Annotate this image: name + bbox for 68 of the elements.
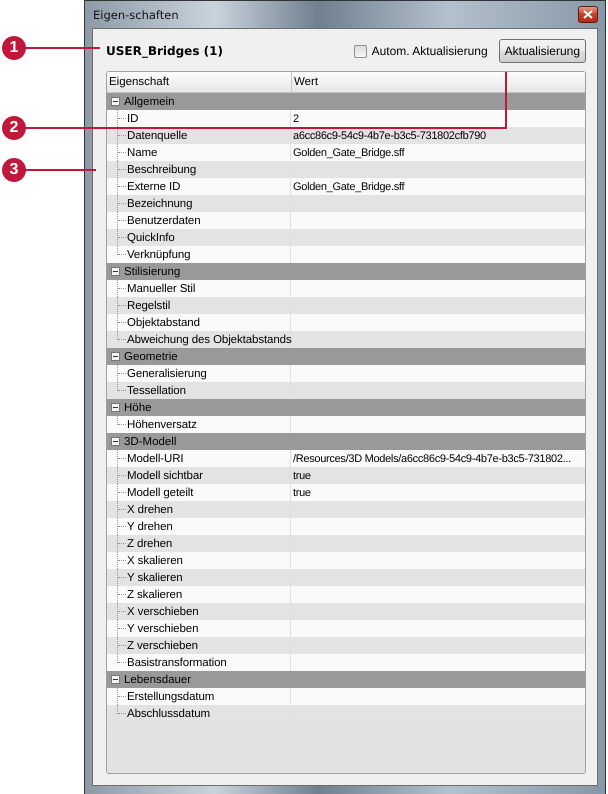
property-name: Manueller Stil: [127, 282, 196, 294]
property-name: Z verschieben: [127, 640, 198, 652]
callout-number: 1: [2, 36, 26, 60]
property-value: a6cc86c9-54c9-4b7e-b3c5-731802cfb790: [293, 130, 486, 142]
property-name: Generalisierung: [127, 368, 207, 380]
property-name: Verknüpfung: [127, 248, 190, 260]
property-name: Abweichung des Objektabstands: [127, 334, 292, 346]
callout-number: 2: [2, 116, 26, 140]
property-name: Objektabstand: [127, 316, 200, 328]
checkbox-label: Autom. Aktualisierung: [372, 44, 488, 58]
group-name: Geometrie: [124, 350, 178, 362]
property-name: Y drehen: [127, 520, 173, 532]
group-header[interactable]: Allgemein: [107, 93, 585, 110]
collapse-icon[interactable]: [111, 352, 120, 361]
property-value: Golden_Gate_Bridge.sff: [293, 180, 404, 192]
property-value: true: [293, 470, 311, 482]
group-header[interactable]: Lebensdauer: [107, 671, 585, 688]
collapse-icon[interactable]: [111, 97, 120, 106]
property-value: 2: [293, 112, 299, 124]
update-button[interactable]: Aktualisierung: [498, 39, 586, 63]
property-name: Datenquelle: [127, 130, 188, 142]
callout-number: 3: [2, 158, 26, 182]
property-name: Name: [127, 146, 158, 158]
property-name: X skalieren: [127, 554, 183, 566]
group-header[interactable]: Geometrie: [107, 348, 585, 365]
group-header[interactable]: Höhe: [107, 399, 585, 416]
property-name: Basistransformation: [127, 656, 227, 668]
column-header[interactable]: Wert: [292, 72, 585, 92]
property-value: true: [293, 486, 311, 498]
property-name: X drehen: [127, 504, 173, 516]
property-name: ID: [127, 112, 138, 124]
group-name: Lebensdauer: [124, 674, 192, 686]
property-name: Benutzerdaten: [127, 214, 201, 226]
collapse-icon[interactable]: [111, 403, 120, 412]
property-name: Tessellation: [127, 384, 186, 396]
property-name: X verschieben: [127, 606, 199, 618]
property-name: Y verschieben: [127, 622, 198, 634]
close-button[interactable]: [578, 6, 598, 23]
property-name: Erstellungsdatum: [127, 690, 214, 702]
property-name: Modell geteilt: [127, 486, 194, 498]
collapse-icon[interactable]: [111, 267, 120, 276]
property-name: Externe ID: [127, 180, 180, 192]
window-title: Eigen-schaften: [92, 8, 179, 22]
group-header[interactable]: Stilisierung: [107, 263, 585, 280]
property-name: Z skalieren: [127, 588, 182, 600]
group-name: 3D-Modell: [124, 436, 176, 448]
layer-name: USER_Bridges (1): [106, 44, 224, 58]
group-name: Höhe: [124, 402, 152, 414]
property-name: QuickInfo: [127, 232, 175, 244]
property-value: Golden_Gate_Bridge.sff: [293, 146, 404, 158]
property-name: Modell-URI: [127, 452, 184, 464]
group-name: Stilisierung: [124, 266, 180, 278]
column-header[interactable]: Eigenschaft: [107, 72, 292, 92]
collapse-icon[interactable]: [111, 675, 120, 684]
property-name: Abschlussdatum: [127, 708, 210, 720]
close-icon: [583, 10, 593, 19]
property-name: Regelstil: [127, 300, 170, 312]
collapse-icon[interactable]: [111, 437, 120, 446]
property-name: Modell sichtbar: [127, 470, 203, 482]
property-name: Y skalieren: [127, 572, 183, 584]
property-name: Höhenversatz: [127, 418, 197, 430]
property-value: /Resources/3D Models/a6cc86c9-54c9-4b7e-b3c5-731802...: [293, 452, 571, 464]
group-name: Allgemein: [124, 96, 174, 108]
checkbox[interactable]: [354, 44, 367, 58]
property-name: Bezeichnung: [127, 198, 192, 210]
property-name: Beschreibung: [127, 164, 196, 176]
group-header[interactable]: 3D-Modell: [107, 433, 585, 450]
property-name: Z drehen: [127, 538, 172, 550]
